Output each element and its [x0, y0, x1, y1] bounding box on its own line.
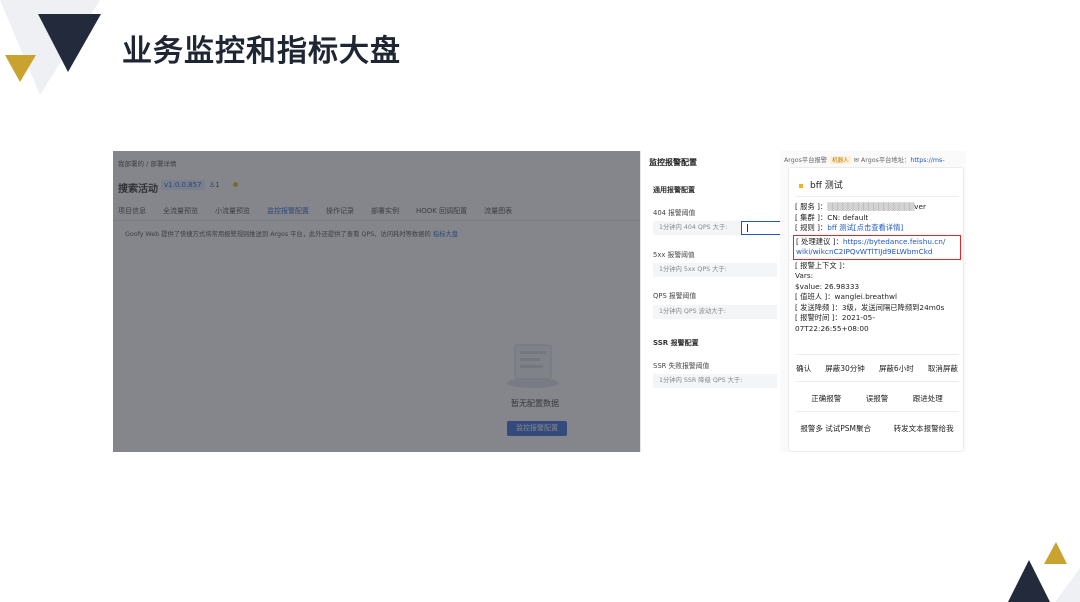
time-value-part2: 07T22:26:55+08:00	[795, 323, 869, 333]
psm-aggregate-button[interactable]: 报警多 试试PSM聚合	[800, 423, 871, 434]
threshold-ssr-input[interactable]: 1分钟内 SSR 降级 QPS 大于:	[653, 374, 777, 388]
tab-project-info[interactable]: 项目信息	[118, 206, 151, 221]
platform-url-label: Argos平台地址：	[860, 157, 911, 164]
embedded-screenshot: 我部署的 / 部署详情 搜索活动 v1.0.0.857 ♙1 项目信息 全流量预…	[113, 151, 966, 452]
card-divider	[795, 196, 959, 197]
metrics-dashboard-link[interactable]: 指标大盘	[433, 231, 458, 238]
app-name: 搜索活动	[118, 184, 158, 195]
breadcrumb[interactable]: 我部署的 / 部署详情	[118, 158, 176, 168]
corner-decoration-top-left	[0, 0, 101, 95]
notice-text: Goofy Web 提供了快捷方式将常用报警规则推送到 Argos 平台，此外还…	[125, 229, 458, 238]
mute-30min-button[interactable]: 屏蔽30分钟	[825, 363, 865, 374]
empty-state-illustration	[507, 344, 559, 388]
notice-body: Goofy Web 提供了快捷方式将常用报警规则推送到 Argos 平台，此外还…	[125, 231, 431, 238]
alert-card-body: [ 服务 ]：▒▒▒▒▒▒▒▒▒▒▒▒▒▒▒▒▒ver [ 集群 ]：CN: d…	[793, 202, 961, 334]
time-label: [ 报警时间 ]：	[795, 313, 842, 322]
empty-state-text: 暂无配置数据	[511, 399, 559, 408]
rule-line: [ 规则 ]：bff 测试[点击查看详情]	[795, 223, 961, 234]
actions-divider-1	[795, 381, 959, 382]
tab-hook-config[interactable]: HOOK 回调配置	[416, 206, 472, 221]
time-value-part1: 2021-05-	[841, 313, 875, 322]
tab-operation-log[interactable]: 操作记录	[326, 206, 359, 221]
threshold-qps-input[interactable]: 1分钟内 QPS 波动大于:	[653, 305, 777, 319]
alert-message-pane: Argos平台报警 机器人 ✉ Argos平台地址：https://ms- bff …	[780, 151, 966, 452]
cluster-line: [ 集群 ]：CN: default	[795, 212, 869, 222]
slide-title: 业务监控和指标大盘	[122, 34, 401, 69]
deploy-detail-page: 我部署的 / 部署详情 搜索活动 v1.0.0.857 ♙1 项目信息 全流量预…	[113, 151, 640, 452]
mail-icon: ✉	[853, 157, 859, 164]
correct-alert-button[interactable]: 正确报警	[811, 393, 841, 404]
time-line: [ 报警时间 ]：2021-05-	[795, 313, 961, 324]
tab-monitor-alert[interactable]: 监控报警配置	[267, 206, 314, 221]
tab-divider	[113, 220, 640, 221]
redacted-service-name: ▒▒▒▒▒▒▒▒▒▒▒▒▒▒▒▒▒	[827, 202, 915, 211]
threshold-5xx-label: 5xx 报警阈值	[653, 251, 695, 259]
ssr-section-title: SSR 报警配置	[653, 339, 699, 347]
suggestion-highlight-box: [ 处理建议 ]：https://bytedance.feishu.cn/ wi…	[793, 234, 961, 260]
platform-url-link[interactable]: https://ms-	[910, 157, 944, 164]
forward-text-alert-button[interactable]: 转发文本报警给我	[894, 423, 954, 434]
vars-line: Vars:	[795, 271, 814, 280]
value-line: $value: 26.98333	[795, 281, 860, 291]
tab-small-preview[interactable]: 小流量预览	[215, 206, 255, 221]
follow-up-button[interactable]: 跟进处理	[913, 393, 943, 404]
suggestion-link-part1[interactable]: https://bytedance.feishu.cn/	[843, 237, 946, 246]
member-count: ♙1	[209, 181, 220, 189]
alert-card: bff 测试 [ 服务 ]：▒▒▒▒▒▒▒▒▒▒▒▒▒▒▒▒▒ver [ 集群 …	[788, 167, 964, 452]
tab-traffic-chart[interactable]: 流量图表	[484, 206, 517, 221]
alert-card-title: bff 测试	[799, 178, 843, 191]
false-alert-button[interactable]: 误报警	[866, 393, 889, 404]
bot-badge: 机器人	[830, 156, 851, 164]
rule-detail-link[interactable]: bff 测试[点击查看详情]	[827, 223, 903, 232]
alert-source-label: Argos平台报警	[784, 157, 828, 164]
tab-instances[interactable]: 部署实例	[371, 206, 404, 221]
alert-source-strip: Argos平台报警 机器人 ✉ Argos平台地址：https://ms-	[784, 155, 945, 164]
rule-label: [ 规则 ]：	[795, 223, 828, 232]
version-badge: v1.0.0.857	[161, 180, 205, 190]
alert-config-drawer: 监控报警配置 通用报警配置 404 报警阈值 1分钟内 404 QPS 大于: …	[640, 151, 781, 452]
actions-row-2: 正确报警 误报警 跟进处理	[789, 393, 965, 404]
unmute-button[interactable]: 取消屏蔽	[928, 363, 958, 374]
suggestion-link-part2[interactable]: wiki/wikcnC2IPQvWTlTIJd9ELWbmCkd	[796, 247, 958, 258]
suggestion-line: [ 处理建议 ]：https://bytedance.feishu.cn/	[796, 237, 958, 248]
mute-6h-button[interactable]: 屏蔽6小时	[879, 363, 914, 374]
confirm-button[interactable]: 确认	[796, 363, 811, 374]
frequency-line: [ 发送降频 ]：3级，发送间隔已降频到24m0s	[795, 302, 945, 312]
actions-divider-2	[795, 411, 959, 412]
status-dot	[233, 182, 238, 187]
threshold-404-value-field[interactable]	[741, 221, 781, 235]
service-suffix: ver	[914, 202, 926, 211]
modal-overlay	[113, 151, 640, 452]
general-section-title: 通用报警配置	[653, 186, 695, 194]
service-line: [ 服务 ]：▒▒▒▒▒▒▒▒▒▒▒▒▒▒▒▒▒ver	[795, 202, 961, 213]
actions-row-1: 确认 屏蔽30分钟 屏蔽6小时 取消屏蔽	[789, 363, 965, 374]
service-label: [ 服务 ]：	[795, 202, 828, 211]
suggestion-label: [ 处理建议 ]：	[796, 236, 843, 246]
threshold-404-label: 404 报警阈值	[653, 209, 696, 217]
threshold-ssr-label: SSR 失败报警阈值	[653, 362, 710, 370]
context-line: [ 报警上下文 ]：	[795, 260, 850, 270]
oncall-line: [ 值班人 ]：wanglei.breathwl	[795, 292, 897, 301]
member-count-value: 1	[215, 181, 220, 189]
actions-row-3: 报警多 试试PSM聚合 转发文本报警给我	[789, 423, 965, 434]
tab-full-preview[interactable]: 全流量预览	[163, 206, 203, 221]
tab-bar: 项目信息 全流量预览 小流量预览 监控报警配置 操作记录 部署实例 HOOK 回…	[118, 206, 529, 221]
drawer-title: 监控报警配置	[649, 158, 697, 167]
actions-divider-top	[795, 354, 959, 355]
threshold-5xx-input[interactable]: 1分钟内 5xx QPS 大于:	[653, 263, 777, 277]
monitor-config-button[interactable]: 监控报警配置	[507, 421, 567, 436]
threshold-qps-label: QPS 报警阈值	[653, 292, 697, 300]
corner-decoration-bottom-right	[1008, 542, 1080, 602]
